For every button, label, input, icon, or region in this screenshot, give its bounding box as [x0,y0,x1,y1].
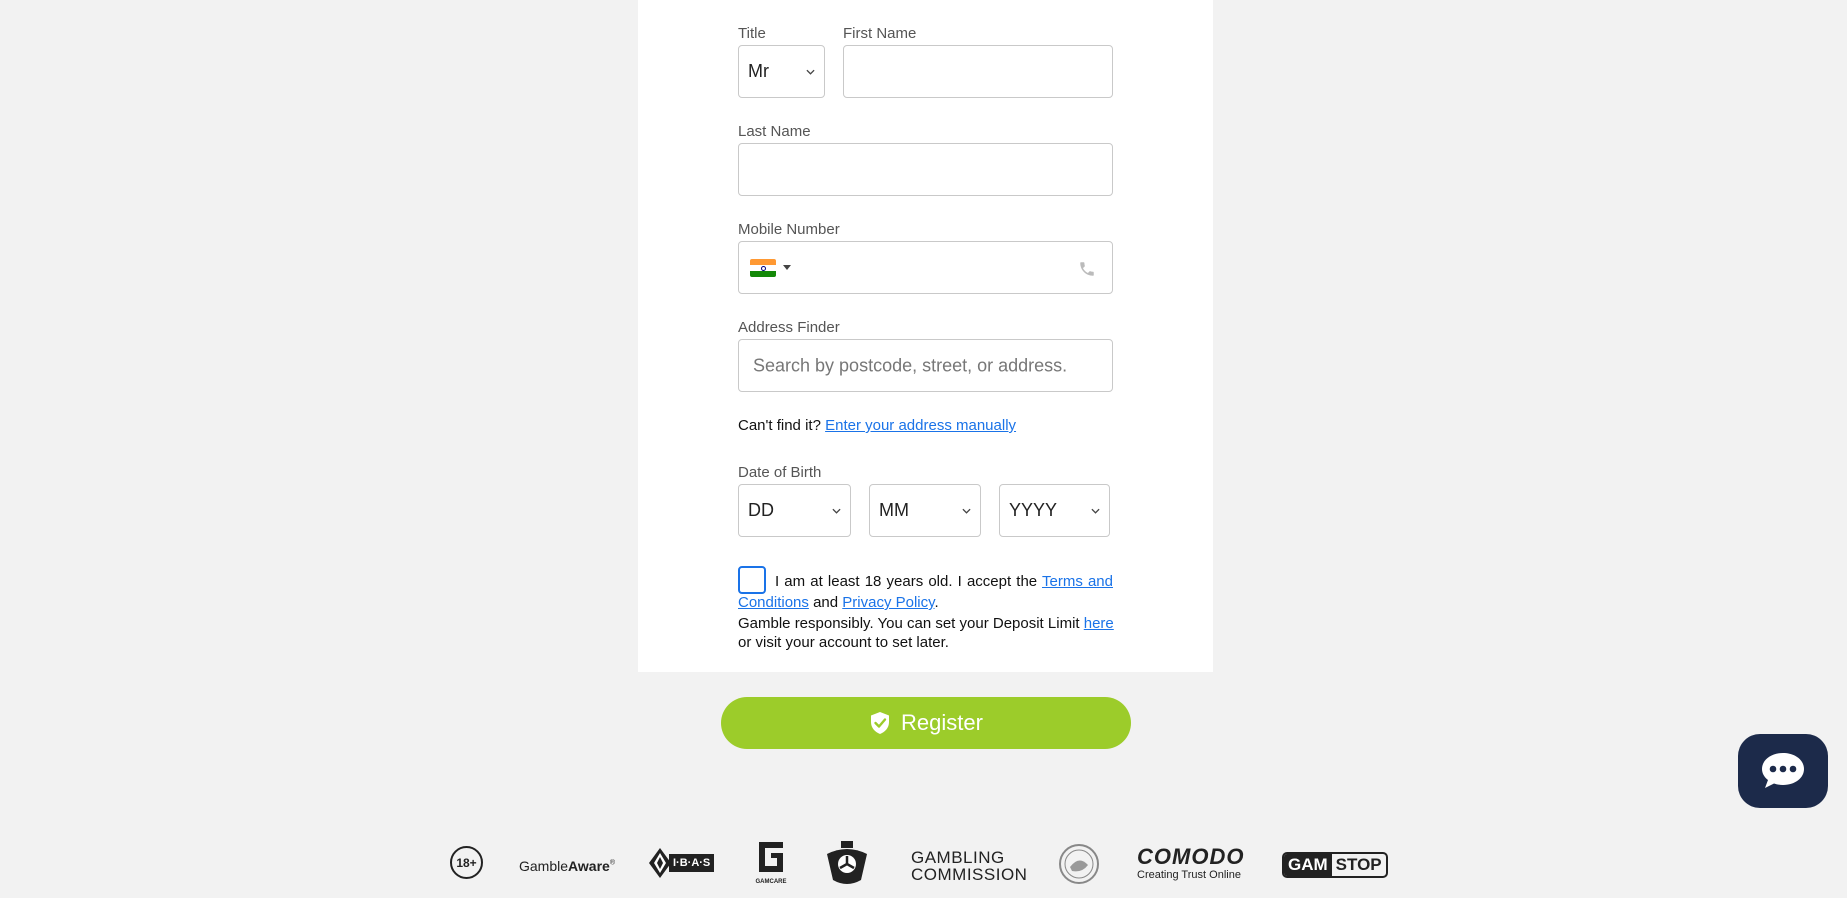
gamstop-logo: GAM STOP [1282,852,1388,878]
register-label: Register [901,710,983,735]
seal-icon [1059,844,1099,884]
gamble-text-end: or visit your account to set later. [738,634,949,651]
phone-icon [1080,262,1094,276]
first-name-input[interactable] [843,45,1113,98]
address-search-input[interactable]: Search by postcode, street, or address. [738,339,1113,392]
chevron-down-icon [832,508,841,514]
title-value: Mr [748,61,769,81]
age-18-logo: 18+ [450,846,483,879]
dob-month-select[interactable]: MM [869,484,981,537]
address-placeholder: Search by postcode, street, or address. [753,355,1068,375]
consent-and: and [813,594,839,611]
enter-address-manually-link[interactable]: Enter your address manually [825,417,1016,434]
caret-down-icon[interactable] [783,265,791,270]
mobile-label: Mobile Number [738,221,840,238]
ibas-logo: I·B·A·S [649,848,717,878]
dob-label: Date of Birth [738,464,822,481]
chevron-down-icon [1091,508,1100,514]
dob-year-value: YYYY [1009,500,1058,520]
age-logo-text: 18+ [456,855,477,870]
gamcare-emblem-icon [759,842,783,872]
privacy-policy-link[interactable]: Privacy Policy [842,594,934,611]
chat-bubble-icon [1762,753,1804,788]
footer-logos: 18+ GambleAware® I·B·A·S GAMCARE GAMBLIN… [450,840,1400,890]
last-name-input[interactable] [738,143,1113,196]
comodo-logo: COMODO Creating Trust Online [1137,844,1245,882]
dob-day-value: DD [748,500,774,520]
gamble-text: Gamble responsibly. You can set your Dep… [738,615,1080,632]
gambleaware-logo: GambleAware® [519,858,615,874]
first-name-label: First Name [843,25,917,42]
chat-button[interactable] [1738,734,1828,808]
crest-icon [827,841,867,884]
last-name-label: Last Name [738,123,811,140]
address-label: Address Finder [738,319,840,336]
chevron-down-icon [962,508,971,514]
dob-day-select[interactable]: DD [738,484,851,537]
manual-address-row: Can't find it? Enter your address manual… [738,417,1016,434]
isle-of-man-emblem [821,840,873,893]
gamble-responsibly-text: Gamble responsibly. You can set your Dep… [738,614,1114,652]
consent-prefix: I am at least 18 years old. I accept the [775,573,1038,590]
ibas-emblem-icon [649,848,671,878]
dob-year-select[interactable]: YYYY [999,484,1110,537]
deposit-limit-link[interactable]: here [1084,615,1114,632]
india-flag-icon[interactable] [750,259,776,277]
shield-check-icon [871,712,890,734]
cant-find-text: Can't find it? [738,417,821,434]
gamcare-logo: GAMCARE [755,840,787,885]
consent-end: . [934,594,939,611]
chevron-down-icon [806,69,815,75]
consent-text: I am at least 18 years old. I accept the… [738,571,1113,613]
dob-month-value: MM [879,500,909,520]
title-label: Title [738,25,766,42]
mobile-input[interactable] [738,241,1113,294]
register-button[interactable]: Register [721,697,1131,749]
title-select[interactable]: Mr [738,45,825,98]
gambling-commission-logo: GAMBLING COMMISSION [911,848,1028,884]
jersey-commission-seal [1058,843,1100,890]
